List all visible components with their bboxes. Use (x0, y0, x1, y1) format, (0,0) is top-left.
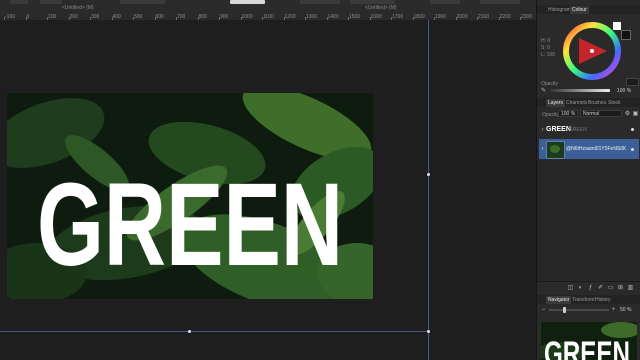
blend-mode-select[interactable]: Normal (580, 110, 622, 117)
lock-icon[interactable]: ▣ (632, 110, 639, 117)
toolbar-group[interactable] (430, 0, 460, 4)
fx-icon[interactable]: ƒ (587, 284, 594, 291)
lightness-readout: L: 100 (541, 52, 555, 58)
layer-opacity-field[interactable]: 100 % (558, 110, 578, 117)
tab-brushes[interactable]: Brushes (586, 99, 608, 107)
canvas-area[interactable]: GREEN (0, 20, 536, 360)
color-opacity-value: 100 % (617, 88, 632, 94)
tab-history[interactable]: History (593, 296, 613, 304)
toolbar-group[interactable] (480, 0, 520, 4)
layer-thumbnail (546, 141, 565, 159)
zoom-out-icon[interactable]: − (540, 306, 547, 313)
zoom-in-icon[interactable]: + (610, 306, 617, 313)
layer-row-selected[interactable]: › @N6tHzaaml01Y5FeNSt901F01A... (539, 139, 639, 159)
color-panel-tabs: Histogram Colour (537, 5, 640, 14)
toolbar-group[interactable] (300, 0, 340, 4)
navigator-preview-image: GREEN (541, 322, 637, 360)
primary-color-swatch[interactable] (613, 22, 621, 30)
resize-handle[interactable] (427, 173, 430, 176)
toolbar-group[interactable] (230, 0, 265, 4)
document-tab-title[interactable]: <Untitled> (M) (365, 5, 397, 11)
layers-list-empty-area (537, 160, 640, 280)
artboard-guide-vertical (428, 20, 429, 360)
opacity-swatch[interactable] (626, 78, 639, 86)
studio-panel: Histogram Colour H: 0 S: 0 L: 100 Opacit… (536, 0, 640, 360)
tab-layers[interactable]: Layers (546, 99, 566, 107)
layers-panel-tabs: Layers Channels Brushes Stock (537, 98, 640, 107)
gear-icon[interactable]: ⚙ (624, 110, 631, 117)
layer-row[interactable]: › GREEN GREEN (539, 123, 639, 137)
toolbar-group[interactable] (40, 0, 62, 4)
navigator-panel-tabs: Navigator Transform History (537, 295, 640, 304)
trash-icon[interactable]: ▥ (627, 284, 634, 291)
horizontal-ruler[interactable]: <Untitled> (M) <Untitled> (M) -100 0 100 20… (0, 5, 536, 21)
tab-colour[interactable]: Colour (570, 6, 589, 14)
tab-navigator[interactable]: Navigator (546, 296, 572, 304)
green-headline-text: GREEN (37, 159, 343, 291)
toolbar-group[interactable] (350, 0, 395, 4)
resize-handle[interactable] (188, 330, 191, 333)
expand-icon[interactable]: › (539, 126, 546, 133)
visibility-dot[interactable] (631, 128, 634, 131)
mask-icon[interactable]: ◫ (567, 284, 574, 291)
document-tab-title[interactable]: <Untitled> (M) (62, 5, 94, 11)
tab-histogram[interactable]: Histogram (546, 6, 573, 14)
color-wheel[interactable] (563, 22, 621, 80)
green-headline[interactable]: GREEN (7, 93, 373, 299)
zoom-slider[interactable] (549, 307, 609, 313)
secondary-color-swatch[interactable] (621, 30, 631, 40)
zoom-value: 50 % (620, 307, 632, 313)
layer-thumbnail-text: GREEN (546, 126, 571, 133)
resize-handle[interactable] (427, 330, 430, 333)
folder-icon[interactable]: ▭ (607, 284, 614, 291)
eyedropper-icon[interactable]: ✎ (540, 87, 547, 94)
new-layer-icon[interactable]: ⊞ (617, 284, 624, 291)
layers-footer: ◫ ◐ ƒ ✐ ▭ ⊞ ▥ (537, 281, 640, 293)
hue-readout: H: 0 (541, 38, 551, 44)
adjustment-icon[interactable]: ◐ (577, 284, 584, 291)
jungle-photo[interactable]: GREEN (7, 93, 373, 299)
layer-name: @N6tHzaaml01Y5FeNSt901F01A... (566, 146, 626, 152)
layer-name: GREEN (569, 127, 587, 133)
navigator-preview[interactable]: GREEN (541, 322, 637, 360)
expand-icon[interactable]: › (539, 145, 546, 152)
visibility-dot[interactable] (631, 148, 634, 151)
saturation-readout: S: 0 (541, 45, 550, 51)
color-opacity-slider[interactable] (550, 89, 610, 92)
tab-stock[interactable]: Stock (606, 99, 623, 107)
toolbar-group[interactable] (120, 0, 165, 4)
navigator-preview-text: GREEN (544, 335, 630, 360)
brush-icon[interactable]: ✐ (597, 284, 604, 291)
artboard-guide-horizontal (0, 331, 429, 332)
toolbar-group[interactable] (10, 0, 28, 4)
